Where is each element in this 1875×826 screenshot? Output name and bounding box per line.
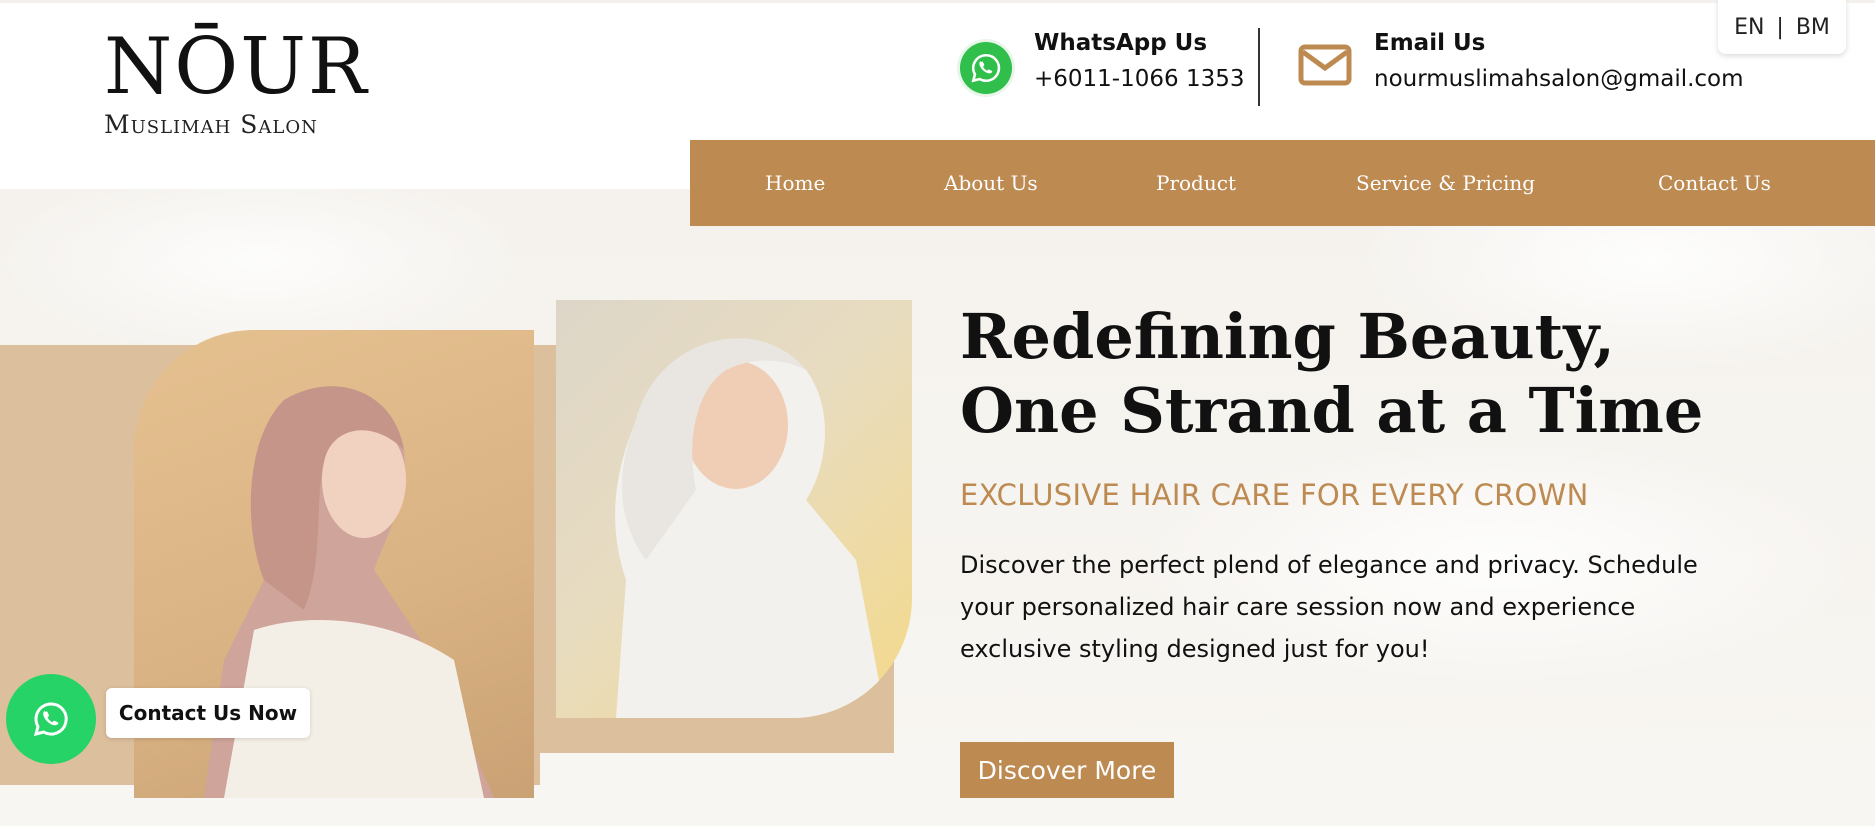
contact-us-now-label[interactable]: Contact Us Now <box>106 688 310 738</box>
logo-tagline: Muslimah Salon <box>104 110 318 139</box>
language-switcher[interactable]: EN | BM <box>1718 0 1846 54</box>
hero-title-line-2: One Strand at a Time <box>960 374 1704 447</box>
contact-divider <box>1258 28 1260 106</box>
hero-image-woman-white-hijab <box>556 300 912 718</box>
discover-more-button[interactable]: Discover More <box>960 742 1174 798</box>
email-address[interactable]: nourmuslimahsalon@gmail.com <box>1374 66 1744 92</box>
whatsapp-contact[interactable]: WhatsApp Us +6011-1066 1353 <box>960 30 1244 94</box>
floating-whatsapp-button[interactable] <box>6 674 96 764</box>
lang-en[interactable]: EN <box>1728 15 1770 40</box>
email-label: Email Us <box>1374 30 1486 56</box>
nav-service-pricing[interactable]: Service & Pricing <box>1356 171 1535 195</box>
hero-title: Redefining Beauty, One Strand at a Time <box>960 300 1720 448</box>
whatsapp-icon <box>33 702 68 737</box>
whatsapp-label: WhatsApp Us <box>1034 30 1208 56</box>
hero-description: Discover the perfect plend of elegance a… <box>960 551 1698 663</box>
nav-contact-us[interactable]: Contact Us <box>1658 171 1771 195</box>
hero-subtitle: EXCLUSIVE HAIR CARE FOR EVERY CROWN <box>960 478 1589 512</box>
lang-separator: | <box>1776 14 1784 40</box>
nav-product[interactable]: Product <box>1156 171 1236 195</box>
site-logo[interactable]: NŌUR Muslimah Salon <box>104 28 374 139</box>
main-navigation: Home About Us Product Service & Pricing … <box>690 140 1875 226</box>
lang-bm[interactable]: BM <box>1790 15 1836 40</box>
email-contact[interactable]: Email Us nourmuslimahsalon@gmail.com <box>1298 30 1744 92</box>
mail-icon <box>1298 44 1352 86</box>
hero-title-line-1: Redefining Beauty, <box>960 300 1615 373</box>
whatsapp-number[interactable]: +6011-1066 1353 <box>1034 66 1244 92</box>
nav-about-us[interactable]: About Us <box>944 171 1038 195</box>
logo-wordmark: NŌUR <box>104 22 369 112</box>
nav-home[interactable]: Home <box>765 171 825 195</box>
whatsapp-icon <box>960 42 1012 94</box>
